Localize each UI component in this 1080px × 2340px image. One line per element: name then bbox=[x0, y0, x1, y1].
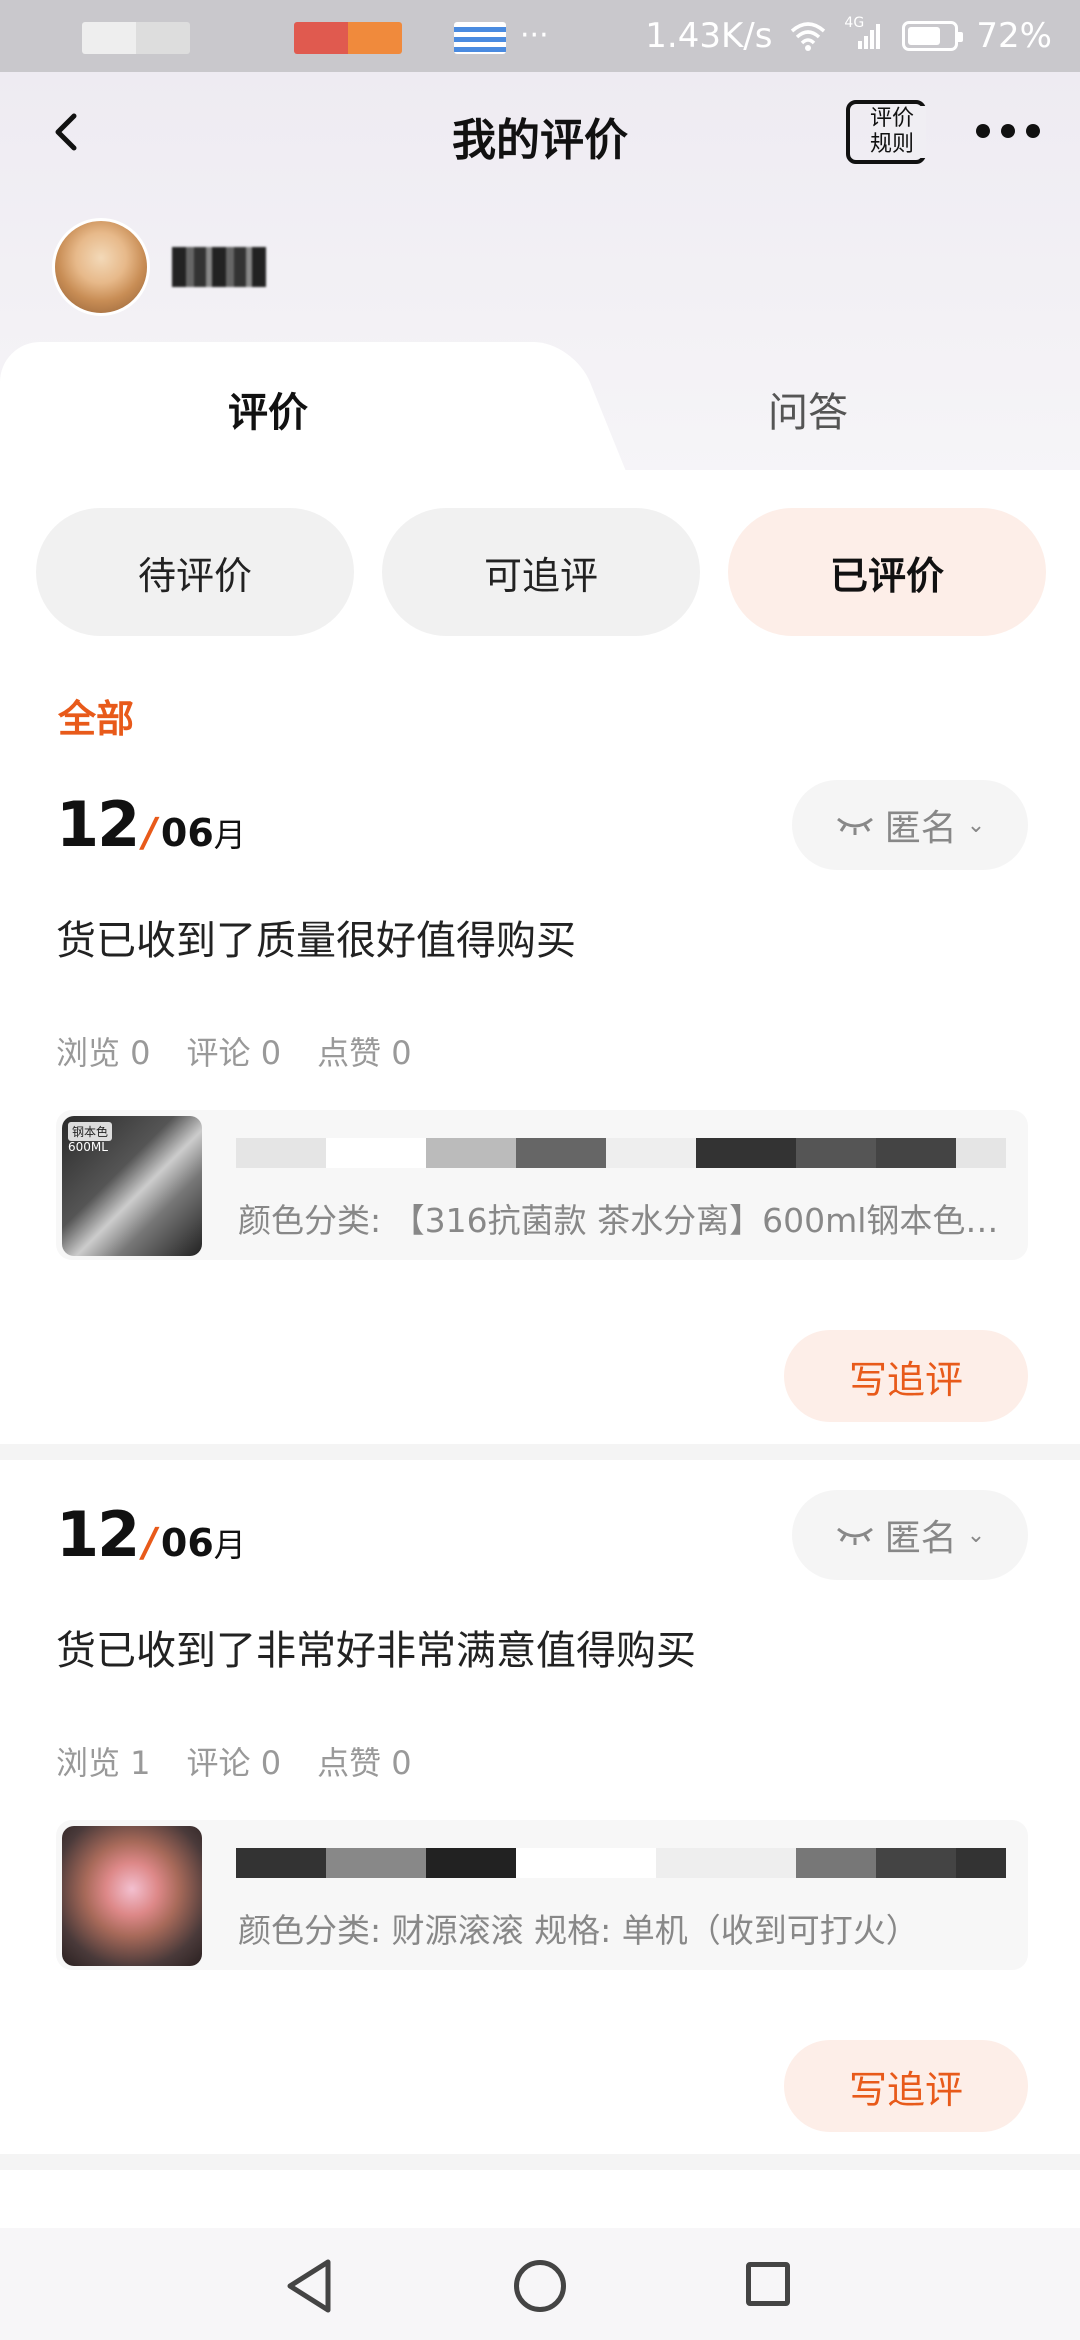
review-date: 12 / 06 月 bbox=[56, 1498, 246, 1571]
views-count: 浏览 1 bbox=[56, 1744, 151, 1782]
network-speed: 1.43K/s bbox=[645, 16, 773, 56]
review-rules-label: 评价 规则 bbox=[870, 106, 926, 158]
product-title-redacted bbox=[236, 1138, 1006, 1168]
likes-count: 点赞 0 bbox=[317, 1034, 412, 1072]
review-stats: 浏览 1 评论 0 点赞 0 bbox=[56, 1738, 412, 1784]
views-count: 浏览 0 bbox=[56, 1034, 151, 1072]
status-right: 1.43K/s 4G 72% bbox=[645, 14, 1052, 58]
more-options-button[interactable] bbox=[976, 116, 1040, 146]
likes-count: 点赞 0 bbox=[317, 1744, 412, 1782]
battery-icon bbox=[902, 21, 964, 51]
review-text[interactable]: 货已收到了非常好非常满意值得购买 bbox=[56, 1618, 696, 1676]
review-card: 12 / 06 月 匿名 ⌄ 货已收到了非常好非常满意值得购买 浏览 1 评论 … bbox=[0, 1470, 1080, 2170]
product-thumbnail bbox=[62, 1826, 202, 1966]
filter-pending-review[interactable]: 待评价 bbox=[36, 508, 354, 636]
status-bar: ··· 1.43K/s 4G 72% bbox=[0, 0, 1080, 72]
thumb-caption: 600ML bbox=[68, 1140, 108, 1154]
review-month-unit: 月 bbox=[213, 816, 246, 854]
thumb-caption: 钢本色 bbox=[68, 1122, 113, 1141]
product-card[interactable]: 钢本色 600ML 颜色分类: 【316抗菌款 茶水分离】600ml钢本色… bbox=[56, 1110, 1028, 1260]
write-follow-up-button[interactable]: 写追评 bbox=[784, 1330, 1028, 1422]
review-card: 12 / 06 月 匿名 ⌄ 货已收到了质量很好值得购买 浏览 0 评论 0 点… bbox=[0, 760, 1080, 1460]
anonymous-toggle[interactable]: 匿名 ⌄ bbox=[792, 1490, 1028, 1580]
rules-label-line2: 规则 bbox=[870, 132, 915, 157]
battery-percent: 72% bbox=[976, 16, 1052, 56]
nav-home-icon[interactable] bbox=[514, 2260, 566, 2312]
anonymous-label: 匿名 bbox=[884, 808, 957, 849]
review-date: 12 / 06 月 bbox=[56, 788, 246, 861]
avatar[interactable] bbox=[52, 218, 150, 316]
user-profile bbox=[52, 218, 266, 316]
filter-can-follow-up[interactable]: 可追评 bbox=[382, 508, 700, 636]
review-month: 06 bbox=[160, 811, 214, 855]
dot-icon bbox=[1026, 124, 1040, 138]
product-thumbnail: 钢本色 600ML bbox=[62, 1116, 202, 1256]
eye-closed-icon bbox=[836, 1527, 873, 1545]
notification-icon bbox=[294, 22, 402, 54]
review-day: 12 bbox=[56, 788, 140, 861]
nav-recent-apps-icon[interactable] bbox=[746, 2262, 790, 2306]
product-spec: 颜色分类: 财源滚滚 规格: 单机（收到可打火） bbox=[238, 1911, 919, 1950]
chevron-down-icon: ⌄ bbox=[966, 1522, 986, 1548]
notification-icon bbox=[82, 22, 190, 54]
section-label-all[interactable]: 全部 bbox=[58, 688, 134, 743]
more-notifications-icon: ··· bbox=[520, 18, 549, 53]
comments-count: 评论 0 bbox=[186, 1034, 282, 1072]
wifi-icon bbox=[791, 22, 826, 51]
nav-back-icon[interactable] bbox=[284, 2258, 334, 2314]
review-text[interactable]: 货已收到了质量很好值得购买 bbox=[56, 908, 576, 966]
review-month: 06 bbox=[160, 1521, 214, 1565]
filter-reviewed[interactable]: 已评价 bbox=[728, 508, 1046, 636]
comments-count: 评论 0 bbox=[186, 1744, 282, 1782]
date-separator: / bbox=[138, 1520, 161, 1566]
anonymous-label: 匿名 bbox=[884, 1518, 957, 1559]
system-navigation-bar bbox=[0, 2228, 1080, 2340]
dot-icon bbox=[1001, 124, 1015, 138]
tab-qa[interactable]: 问答 bbox=[768, 380, 848, 438]
dot-icon bbox=[976, 124, 990, 138]
write-follow-up-button[interactable]: 写追评 bbox=[784, 2040, 1028, 2132]
review-stats: 浏览 0 评论 0 点赞 0 bbox=[56, 1028, 412, 1074]
app-header: 我的评价 评价 规则 bbox=[0, 72, 1080, 192]
notification-icon bbox=[454, 22, 506, 54]
chevron-down-icon: ⌄ bbox=[966, 812, 986, 838]
divider bbox=[0, 2154, 1080, 2170]
rules-label-line1: 评价 bbox=[870, 106, 915, 131]
product-title-redacted bbox=[236, 1848, 1006, 1878]
tab-bar: 评价 问答 bbox=[0, 342, 1080, 472]
signal-icon: 4G bbox=[844, 15, 884, 51]
review-month-unit: 月 bbox=[213, 1526, 246, 1564]
username-redacted bbox=[172, 247, 266, 287]
review-day: 12 bbox=[56, 1498, 140, 1571]
product-card[interactable]: 颜色分类: 财源滚滚 规格: 单机（收到可打火） bbox=[56, 1820, 1028, 1970]
anonymous-toggle[interactable]: 匿名 ⌄ bbox=[792, 780, 1028, 870]
main-content: 待评价 可追评 已评价 全部 12 / 06 月 匿名 ⌄ 货已收到了质量很好值… bbox=[0, 470, 1080, 2228]
product-spec: 颜色分类: 【316抗菌款 茶水分离】600ml钢本色… bbox=[238, 1201, 999, 1240]
divider bbox=[0, 1444, 1080, 1460]
date-separator: / bbox=[138, 810, 161, 856]
eye-closed-icon bbox=[836, 817, 873, 835]
tab-reviews[interactable]: 评价 bbox=[228, 380, 308, 438]
review-rules-button[interactable]: 评价 规则 bbox=[846, 100, 926, 164]
